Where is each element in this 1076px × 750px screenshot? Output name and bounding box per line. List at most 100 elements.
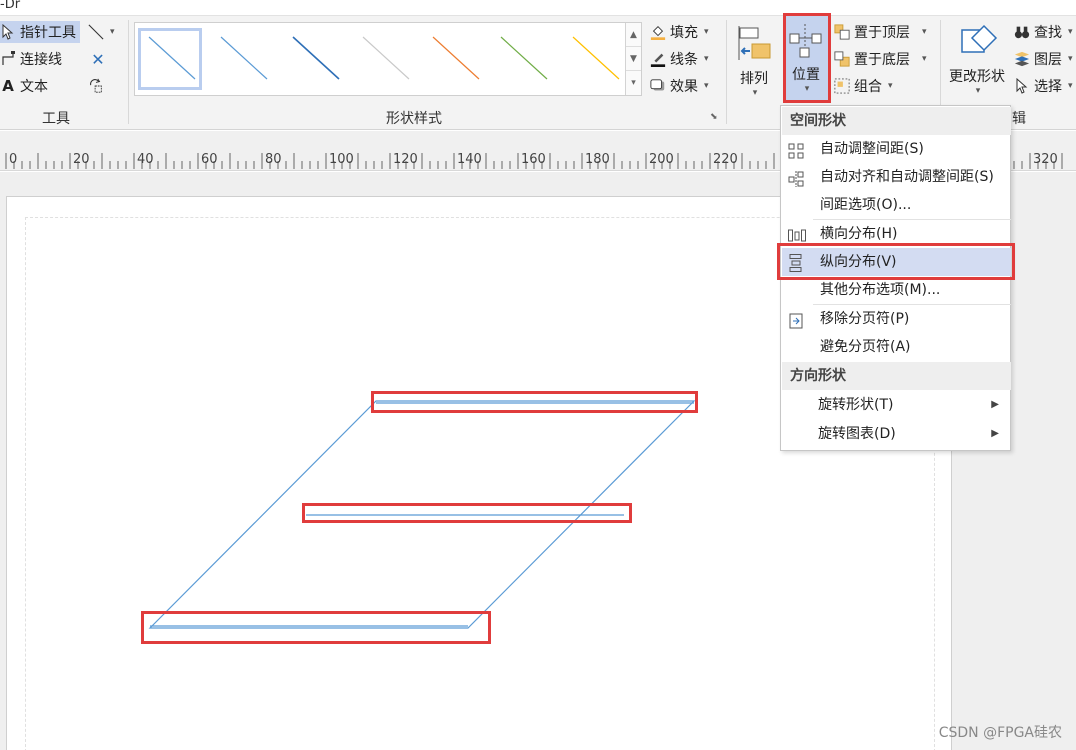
rotate-tool-button[interactable]	[88, 75, 104, 97]
style-swatches	[148, 36, 620, 80]
chevron-down-icon: ▾	[922, 27, 927, 37]
ruler-label: 40	[137, 152, 154, 167]
menu-item-distribute-vertical[interactable]: 纵向分布(V)	[782, 248, 1011, 276]
layers-icon	[1014, 51, 1030, 67]
layers-label: 图层	[1034, 52, 1062, 68]
bring-to-front-button[interactable]: 置于顶层 ▾	[834, 21, 927, 43]
menu-item-remove-page-break[interactable]: 移除分页符(P)	[782, 305, 1011, 333]
rotate-shape-label: 旋转形状(T)	[818, 397, 894, 413]
ruler-label: 160	[521, 152, 546, 167]
cursor-icon	[1014, 78, 1030, 94]
position-icon	[789, 24, 822, 58]
group-divider	[726, 20, 727, 124]
style-swatch-line[interactable]	[432, 36, 480, 80]
distribute-vertical-icon	[788, 254, 804, 272]
avoid-page-break-label: 避免分页符(A)	[820, 339, 911, 355]
select-button[interactable]: 选择 ▾	[1014, 75, 1073, 97]
chevron-down-icon: ▾	[975, 86, 981, 96]
distribute-horizontal-label: 横向分布(H)	[820, 226, 898, 242]
change-shape-button[interactable]: 更改形状 ▾	[946, 22, 1008, 102]
dialog-launcher-icon[interactable]: ⬊	[710, 112, 718, 122]
find-label: 查找	[1034, 25, 1062, 41]
gallery-scroll-down[interactable]: ▼	[626, 47, 641, 71]
style-swatch-line[interactable]	[362, 36, 410, 80]
ruler-label: 140	[457, 152, 482, 167]
distribute-horizontal-icon	[788, 226, 806, 242]
ruler-label: 180	[585, 152, 610, 167]
style-swatch-line[interactable]	[500, 36, 548, 80]
layers-button[interactable]: 图层 ▾	[1014, 48, 1073, 70]
spacing-options-label: 间距选项(O)...	[820, 197, 912, 213]
group-label: 组合	[854, 79, 882, 95]
ruler-label: 20	[73, 152, 90, 167]
group-button[interactable]: 组合 ▾	[834, 75, 893, 97]
line-tool-button[interactable]: ▾	[88, 21, 115, 43]
menu-item-auto-space[interactable]: 自动调整间距(S)	[782, 135, 1011, 163]
line-icon	[88, 24, 104, 40]
remove-page-break-label: 移除分页符(P)	[820, 311, 910, 327]
ruler-label: 320	[1033, 152, 1058, 167]
menu-item-rotate-shape[interactable]: 旋转形状(T) ▶	[782, 391, 1011, 419]
bring-front-icon	[834, 24, 850, 40]
text-tool-button[interactable]: A 文本	[0, 75, 48, 97]
menu-item-avoid-page-break[interactable]: 避免分页符(A)	[782, 333, 1011, 361]
chevron-down-icon: ▾	[704, 81, 709, 91]
group-icon	[834, 78, 850, 94]
menu-item-distribute-horizontal[interactable]: 横向分布(H)	[782, 220, 1011, 248]
line-label: 线条	[670, 52, 698, 68]
menu-section-orient-shapes: 方向形状	[782, 362, 1011, 390]
gallery-scroll-up[interactable]: ▲	[626, 23, 641, 47]
bring-front-label: 置于顶层	[854, 25, 910, 41]
line-button[interactable]: 线条 ▾	[650, 48, 709, 70]
effect-icon	[650, 78, 666, 94]
align-icon	[738, 26, 771, 60]
chevron-down-icon: ▾	[804, 84, 810, 94]
menu-item-auto-align-space[interactable]: 自动对齐和自动调整间距(S)	[782, 163, 1011, 191]
select-label: 选择	[1034, 79, 1062, 95]
style-swatch-line[interactable]	[220, 36, 268, 80]
title-bar: -Dr	[0, 0, 1076, 16]
pointer-tool-label: 指针工具	[20, 25, 76, 41]
chevron-down-icon: ▾	[1068, 27, 1073, 37]
change-shape-label: 更改形状	[949, 69, 1005, 85]
position-button[interactable]: 位置 ▾	[784, 16, 828, 102]
auto-space-icon	[788, 141, 804, 159]
page-break-icon	[788, 311, 804, 329]
pointer-tool-button[interactable]: 指针工具	[0, 21, 80, 43]
arrange-label: 排列	[740, 71, 768, 87]
menu-item-rotate-diagram[interactable]: 旋转图表(D) ▶	[782, 420, 1011, 448]
shape-style-gallery: ▲ ▼ ▾	[134, 22, 642, 96]
text-icon: A	[2, 77, 14, 95]
find-button[interactable]: 查找 ▾	[1014, 21, 1073, 43]
arrange-button[interactable]: 排列 ▾	[734, 24, 774, 104]
menu-item-more-distribute[interactable]: 其他分布选项(M)...	[782, 276, 1011, 304]
fill-button[interactable]: 填充 ▾	[650, 21, 709, 43]
send-back-icon	[834, 51, 850, 67]
ruler-label: 80	[265, 152, 282, 167]
gallery-expand[interactable]: ▾	[626, 71, 641, 95]
chevron-down-icon: ▾	[704, 27, 709, 37]
connector-tool-button[interactable]: 连接线	[0, 48, 62, 70]
change-shape-icon	[961, 24, 998, 53]
effect-label: 效果	[670, 79, 698, 95]
auto-space-label: 自动调整间距(S)	[820, 141, 924, 157]
chevron-down-icon: ▾	[1068, 54, 1073, 64]
distribute-vertical-label: 纵向分布(V)	[820, 254, 897, 270]
group-divider	[128, 20, 129, 124]
style-swatch-selected[interactable]	[138, 28, 202, 90]
connector-icon	[0, 51, 16, 67]
fill-label: 填充	[670, 25, 698, 41]
ruler-label: 220	[713, 152, 738, 167]
position-label: 位置	[792, 67, 820, 83]
delete-connection-button[interactable]: ✕	[90, 48, 106, 70]
watermark: CSDN @FPGA硅农	[938, 725, 1062, 741]
effect-button[interactable]: 效果 ▾	[650, 75, 709, 97]
tools-group-label: 工具	[42, 111, 70, 127]
menu-item-spacing-options[interactable]: 间距选项(O)...	[782, 191, 1011, 219]
gallery-scrollbar[interactable]: ▲ ▼ ▾	[625, 23, 641, 95]
style-swatch-line[interactable]	[292, 36, 340, 80]
style-swatch-line[interactable]	[572, 36, 620, 80]
rotate-diagram-label: 旋转图表(D)	[818, 426, 896, 442]
send-to-back-button[interactable]: 置于底层 ▾	[834, 48, 927, 70]
shape-styles-group-label: 形状样式	[386, 111, 442, 127]
